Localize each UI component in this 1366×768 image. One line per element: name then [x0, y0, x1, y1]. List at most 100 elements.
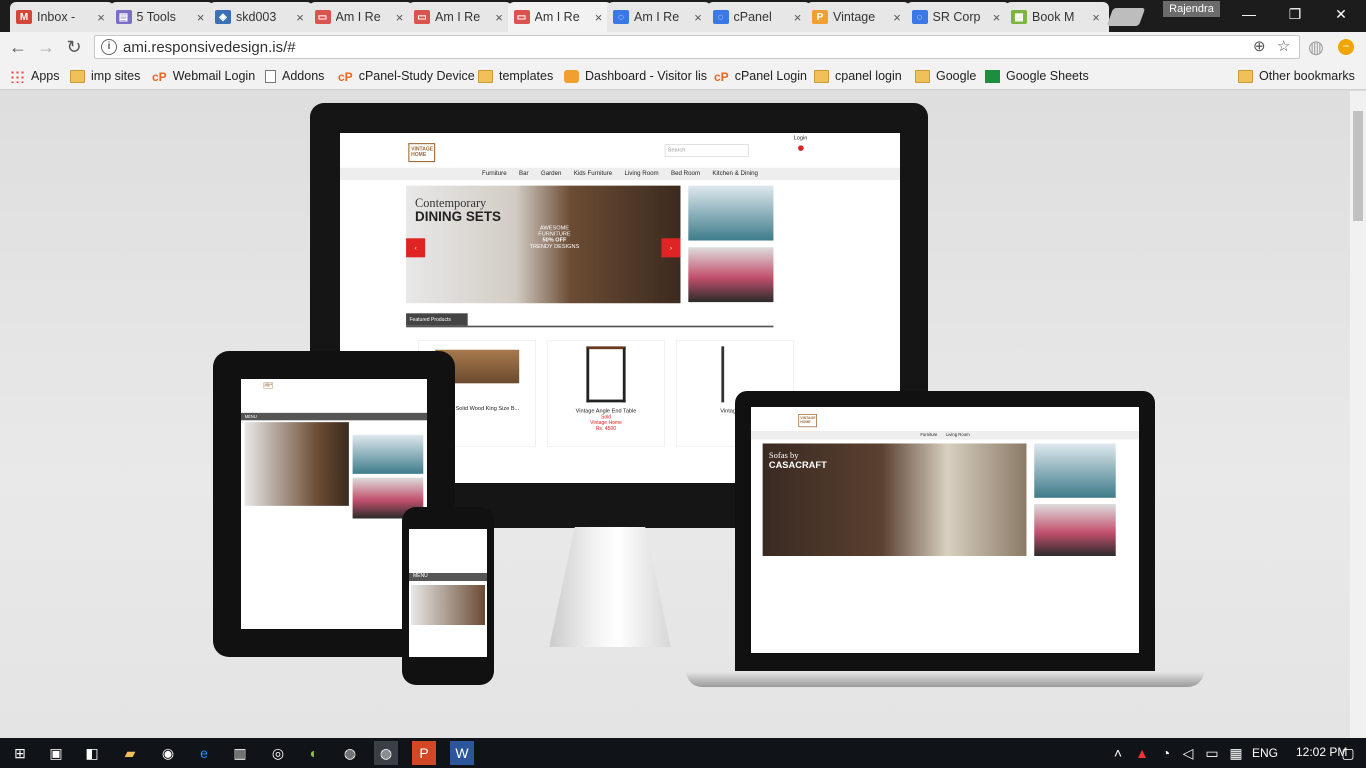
browser-tab[interactable]: ▦ Book M × [1005, 2, 1109, 32]
chrome-icon[interactable]: ◍ [338, 741, 362, 765]
taskview-icon[interactable]: ▣ [44, 741, 68, 765]
tray-arrow-icon[interactable]: ˄ [1106, 741, 1130, 765]
powerpoint-icon[interactable]: P [412, 741, 436, 765]
menu-bar[interactable]: MENU [241, 412, 427, 421]
nav-furniture[interactable]: Furniture [482, 170, 507, 180]
edge-icon[interactable]: e [192, 741, 216, 765]
apps-grid-icon [10, 69, 25, 83]
address-bar[interactable]: i ami.responsivedesign.is/# ⊕ ☆ [94, 35, 1300, 59]
browser-tab[interactable]: ◌ SR Corp × [905, 2, 1010, 32]
nav-garden[interactable]: Garden [541, 170, 562, 180]
nav-bedroom[interactable]: Bed Room [671, 170, 700, 180]
close-tab-icon[interactable]: × [592, 10, 606, 25]
cpanel-icon: cP [714, 69, 729, 84]
people-icon[interactable]: ◧ [80, 741, 104, 765]
phone-menu[interactable]: MENU [409, 573, 487, 581]
bookmark-item[interactable]: Dashboard - Visitor lis [564, 67, 707, 85]
tab-label: SR Corp [932, 10, 981, 24]
hero-next-arrow[interactable]: › [661, 238, 681, 258]
browser-tab[interactable]: ▤ 5 Tools × [109, 2, 214, 32]
bookmark-item[interactable]: cP cPanel-Study Device [338, 67, 475, 85]
forward-icon[interactable]: → [34, 36, 58, 58]
dashboard-icon [564, 69, 579, 83]
site-nav: Furniture Bar Garden Kids Furniture Livi… [340, 167, 900, 181]
bed-thumbnail[interactable] [688, 247, 774, 303]
close-tab-icon[interactable]: × [94, 10, 108, 25]
nav-living[interactable]: Living Room [624, 170, 658, 180]
tab-label: Am I Re [335, 10, 381, 24]
amiresponsive-icon: ▭ [513, 10, 530, 24]
keyboard-icon[interactable]: ▦ [1224, 741, 1248, 765]
close-tab-icon[interactable]: × [791, 10, 805, 25]
cart-icon[interactable] [798, 145, 804, 151]
laptop-hero: Sofas by CASACRAFT [762, 443, 1027, 556]
close-tab-icon[interactable]: × [890, 10, 904, 25]
profile-button[interactable]: Rajendra [1163, 1, 1220, 17]
bookmark-item[interactable]: Apps [10, 67, 60, 85]
battery-icon[interactable]: ▭ [1200, 741, 1224, 765]
globe-icon[interactable]: ◍ [1304, 36, 1328, 58]
language-indicator[interactable]: ENG [1252, 746, 1278, 760]
bookmark-item[interactable]: cpanel login [814, 67, 902, 85]
nav-kitchen[interactable]: Kitchen & Dining [712, 170, 758, 180]
browser-tab[interactable]: ◈ skd003 × [209, 2, 313, 32]
browser-tab[interactable]: ▭ Am I Re × [308, 2, 413, 32]
file-explorer-icon[interactable]: ▰ [118, 741, 142, 765]
other-bookmarks[interactable]: Other bookmarks [1238, 67, 1355, 85]
nav-furniture[interactable]: Furniture [920, 433, 937, 440]
bookmark-item[interactable]: Google [915, 67, 976, 85]
sofa-thumbnail[interactable] [688, 185, 774, 241]
word-icon[interactable]: W [450, 741, 474, 765]
product-card[interactable]: Vintage Angle End Table Sold Vintage Hom… [547, 340, 665, 447]
scrollbar-thumb[interactable] [1353, 111, 1363, 221]
extension-icon[interactable]: − [1334, 36, 1358, 58]
store-icon[interactable]: ▥ [228, 741, 252, 765]
app-icon[interactable]: ◎ [266, 741, 290, 765]
hero-prev-arrow[interactable]: ‹ [406, 238, 426, 258]
tab-label: Book M [1032, 10, 1075, 24]
wifi-icon[interactable]: ◔ [1154, 741, 1178, 765]
close-tab-icon[interactable]: × [691, 10, 705, 25]
site-search[interactable]: Search [664, 144, 749, 157]
bookmark-item[interactable]: cP Webmail Login [152, 67, 255, 85]
close-tab-icon[interactable]: × [1089, 10, 1103, 25]
bookmark-item[interactable]: imp sites [70, 67, 140, 85]
site-login[interactable]: Login [794, 135, 808, 141]
site-info-icon[interactable]: i [101, 39, 117, 55]
bookmark-star-icon[interactable]: ☆ [1277, 37, 1290, 55]
browser-tab[interactable]: ▭ Am I Re × [408, 2, 512, 32]
minimize-icon[interactable]: — [1226, 0, 1272, 28]
close-tab-icon[interactable]: × [393, 10, 407, 25]
acrobat-icon[interactable]: ▲ [1130, 741, 1154, 765]
bookmark-item[interactable]: Google Sheets [985, 67, 1089, 85]
page-scrollbar[interactable] [1350, 91, 1366, 738]
close-tab-icon[interactable]: × [990, 10, 1004, 25]
media-icon[interactable]: ◉ [156, 741, 180, 765]
browser-tab[interactable]: ◌ cPanel × [706, 2, 811, 32]
browser-tab[interactable]: ▭ Am I Re × [507, 2, 612, 32]
bookmark-item[interactable]: cP cPanel Login [714, 67, 807, 85]
bookmark-item[interactable]: Addons [265, 67, 324, 85]
close-window-icon[interactable]: ✕ [1318, 0, 1364, 28]
windows-taskbar: ⊞ ▣ ◧ ▰ ◉ e ▥ ◎ ◐ ◍ ◍ P W ˄ ▲ ◔ ◁ ▭ ▦ EN… [0, 738, 1366, 768]
new-tab-button[interactable] [1106, 8, 1146, 26]
action-center-icon[interactable]: ▢ [1336, 741, 1360, 765]
android-icon[interactable]: ◐ [302, 741, 326, 765]
maximize-icon[interactable]: ❐ [1272, 0, 1318, 28]
back-icon[interactable]: ← [6, 36, 30, 58]
browser-tab[interactable]: P Vintage × [806, 2, 910, 32]
nav-living[interactable]: Living Room [946, 433, 970, 440]
nav-bar[interactable]: Bar [519, 170, 529, 180]
zoom-icon[interactable]: ⊕ [1253, 37, 1266, 55]
reload-icon[interactable]: ↻ [62, 36, 86, 58]
windows-start-icon[interactable]: ⊞ [8, 741, 32, 765]
bookmark-item[interactable]: templates [478, 67, 553, 85]
chrome-active-icon[interactable]: ◍ [374, 741, 398, 765]
browser-tab[interactable]: ◌ Am I Re × [607, 2, 711, 32]
close-tab-icon[interactable]: × [194, 10, 208, 25]
nav-kids[interactable]: Kids Furniture [574, 170, 612, 180]
volume-icon[interactable]: ◁ [1176, 741, 1200, 765]
close-tab-icon[interactable]: × [492, 10, 506, 25]
browser-tab[interactable]: M Inbox - × [10, 2, 114, 32]
close-tab-icon[interactable]: × [293, 10, 307, 25]
